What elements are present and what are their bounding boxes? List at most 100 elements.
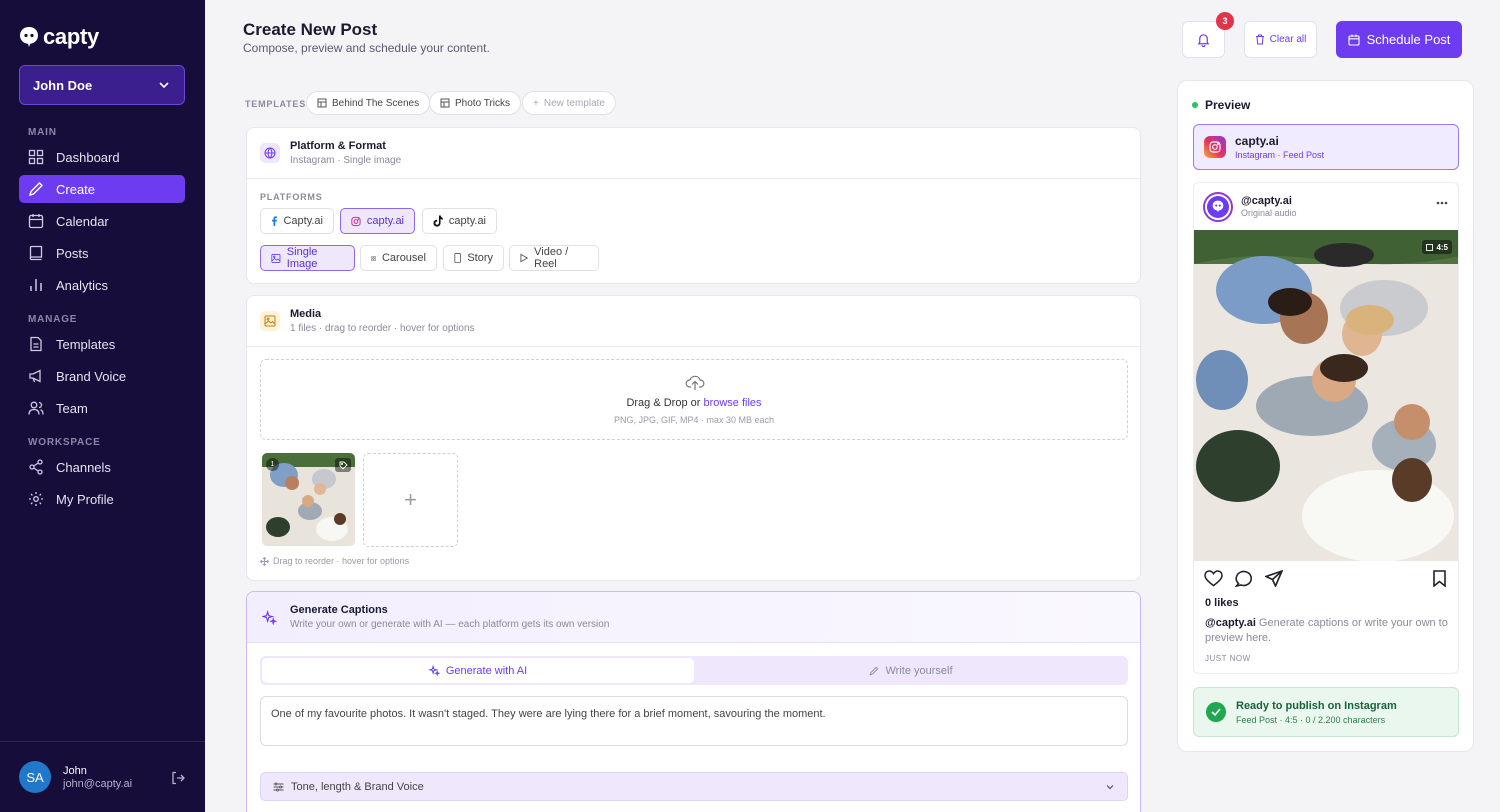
logout-icon[interactable] — [171, 771, 185, 785]
image-icon — [271, 253, 281, 263]
move-icon — [260, 556, 269, 566]
template-chip-behind-the-scenes[interactable]: Behind The Scenes — [306, 91, 431, 115]
card-title: Media — [290, 308, 322, 320]
reorder-hint: Drag to reorder · hover for options — [260, 556, 409, 566]
post-likes: 0 likes — [1205, 597, 1239, 609]
carousel-icon — [371, 255, 376, 261]
sidebar-item-label: My Profile — [56, 491, 114, 507]
post-avatar — [1203, 191, 1233, 222]
card-title: Platform & Format — [290, 140, 386, 152]
user-select[interactable]: John Doe — [19, 65, 185, 105]
new-template-button[interactable]: + New template — [522, 91, 616, 115]
logo[interactable]: capty — [19, 24, 99, 50]
tab-label: Write yourself — [885, 664, 953, 677]
post-handle: @capty.ai — [1241, 195, 1292, 207]
dropzone-hint: PNG, JPG, GIF, MP4 · max 30 MB each — [613, 415, 775, 425]
browse-files-link[interactable]: browse files — [703, 397, 761, 409]
post-image: 4:5 — [1194, 230, 1458, 561]
heart-icon[interactable] — [1204, 570, 1223, 587]
ready-subtitle: Feed Post · 4:5 · 0 / 2.200 characters — [1236, 714, 1386, 725]
page-title: Create New Post — [243, 20, 378, 39]
media-thumbnail[interactable]: 1 — [262, 453, 355, 546]
platform-tiktok[interactable]: capty.ai — [422, 208, 497, 234]
check-circle-icon — [1206, 702, 1226, 722]
template-chip-photo-tricks[interactable]: Photo Tricks — [429, 91, 522, 115]
sidebar-item-label: Analytics — [56, 277, 109, 293]
add-media-tile[interactable]: + — [363, 453, 458, 547]
tiktok-icon — [433, 215, 443, 227]
sidebar-item-dashboard[interactable]: Dashboard — [19, 143, 185, 171]
tone-length-brand-voice-toggle[interactable]: Tone, length & Brand Voice — [260, 772, 1128, 801]
format-story[interactable]: Story — [443, 245, 504, 271]
footer-user-email: john@capty.ai — [63, 778, 133, 790]
template-icon — [440, 98, 450, 108]
more-horizontal-icon[interactable] — [1436, 201, 1448, 205]
upload-cloud-icon — [685, 375, 705, 390]
file-icon — [30, 336, 42, 352]
grid-icon — [28, 149, 44, 165]
schedule-post-button[interactable]: Schedule Post — [1336, 21, 1462, 58]
sidebar-item-create[interactable]: Create — [19, 175, 185, 203]
sidebar-item-calendar[interactable]: Calendar — [19, 207, 185, 235]
sidebar-item-label: Team — [56, 400, 88, 416]
card-title: Generate Captions — [290, 604, 388, 616]
format-single-image[interactable]: Single Image — [260, 245, 355, 271]
sidebar-item-analytics[interactable]: Analytics — [19, 271, 185, 299]
calendar-icon — [1348, 34, 1360, 46]
sidebar-item-channels[interactable]: Channels — [19, 453, 185, 481]
sidebar-item-brand-voice[interactable]: Brand Voice — [19, 362, 185, 390]
capty-logo-icon — [1212, 200, 1224, 213]
tag-icon[interactable] — [335, 458, 351, 472]
trash-icon — [1255, 34, 1264, 45]
comment-icon[interactable] — [1235, 570, 1253, 587]
sidebar-item-my-profile[interactable]: My Profile — [19, 485, 185, 513]
nav-section-workspace: WORKSPACE — [28, 437, 101, 448]
clear-all-button[interactable]: Clear all — [1244, 21, 1317, 58]
instagram-icon — [1204, 136, 1226, 158]
media-card: Media 1 files · drag to reorder · hover … — [246, 295, 1141, 581]
schedule-post-label: Schedule Post — [1366, 32, 1451, 47]
sliders-icon — [273, 782, 284, 791]
media-dropzone[interactable]: Drag & Drop or browse files PNG, JPG, GI… — [260, 359, 1128, 440]
preview-panel: Preview capty.ai Instagram · Feed Post @… — [1177, 80, 1474, 752]
format-carousel[interactable]: Carousel — [360, 245, 437, 271]
ready-to-publish-status: Ready to publish on Instagram Feed Post … — [1193, 687, 1459, 737]
bookmark-icon[interactable] — [1433, 570, 1446, 587]
gear-icon — [29, 492, 43, 506]
capty-logo-icon — [20, 27, 38, 47]
platforms-label: PLATFORMS — [260, 192, 323, 202]
platform-instagram[interactable]: capty.ai — [340, 208, 415, 234]
chevron-down-icon — [1106, 784, 1114, 789]
user-select-label: John Doe — [33, 77, 93, 93]
post-header: @capty.ai Original audio — [1194, 183, 1458, 230]
card-subtitle: Instagram · Single image — [290, 155, 402, 166]
sidebar-item-label: Calendar — [56, 213, 109, 229]
avatar[interactable]: SA — [19, 761, 51, 793]
nav-section-manage: MANAGE — [28, 314, 78, 325]
sidebar-item-posts[interactable]: Posts — [19, 239, 185, 267]
platform-facebook[interactable]: Capty.ai — [260, 208, 334, 234]
format-video-reel[interactable]: Video / Reel — [509, 245, 599, 271]
preview-account-selector[interactable]: capty.ai Instagram · Feed Post — [1193, 124, 1459, 170]
send-icon[interactable] — [1265, 570, 1283, 587]
nav-section-main: MAIN — [28, 127, 57, 138]
image-icon — [260, 311, 280, 331]
logo-text: capty — [43, 24, 99, 49]
caption-textarea[interactable]: One of my favourite photos. It wasn't st… — [260, 696, 1128, 746]
new-template-label: New template — [543, 97, 605, 109]
tab-write-yourself[interactable]: Write yourself — [696, 658, 1126, 683]
caption-mode-toggle: Generate with AI Write yourself — [260, 656, 1128, 685]
page-subtitle: Compose, preview and schedule your conte… — [243, 41, 490, 55]
users-icon — [28, 401, 44, 415]
tone-label: Tone, length & Brand Voice — [291, 780, 424, 793]
card-subtitle: Write your own or generate with AI — eac… — [290, 619, 610, 630]
post-actions — [1204, 570, 1283, 587]
sidebar-item-templates[interactable]: Templates — [19, 330, 185, 358]
phone-icon — [454, 253, 461, 263]
preview-title: Preview — [1192, 98, 1250, 112]
tab-generate-with-ai[interactable]: Generate with AI — [262, 658, 694, 683]
sidebar-item-team[interactable]: Team — [19, 394, 185, 422]
book-icon — [29, 245, 43, 261]
instagram-icon — [351, 216, 361, 226]
platform-label: Capty.ai — [283, 215, 323, 227]
